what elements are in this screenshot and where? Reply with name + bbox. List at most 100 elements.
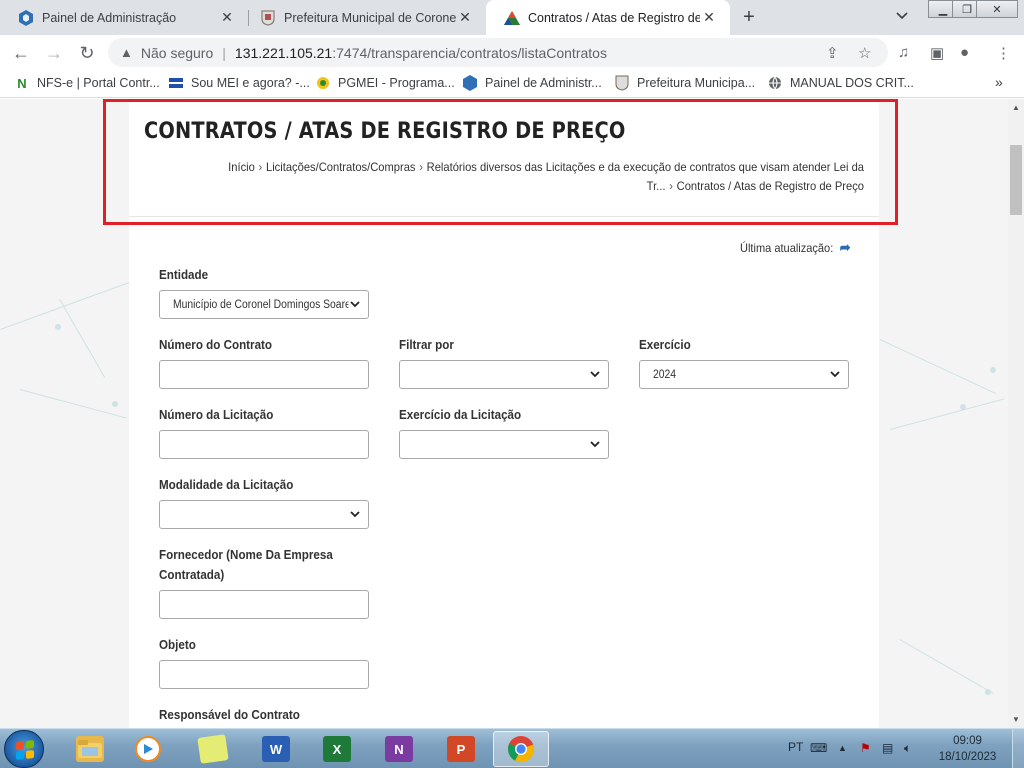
taskbar-media-player[interactable] <box>120 731 176 767</box>
security-label[interactable]: Não seguro <box>141 45 213 61</box>
objeto-input[interactable] <box>159 660 369 689</box>
fornecedor-label-line2: Contratada) <box>159 568 225 582</box>
fornecedor-input[interactable] <box>159 590 369 619</box>
responsavel-label: Responsável do Contrato <box>159 708 300 722</box>
omnibox-divider: | <box>222 44 226 61</box>
windows-logo-icon <box>16 740 34 760</box>
background-network-dot <box>990 367 996 373</box>
windows-taskbar: W X N P PT ⌨ ▲ ⚑ ▤ 🔈︎ 09:09 18/10/2023 <box>0 728 1024 768</box>
address-bar[interactable]: ▲ Não seguro | 131.221.105.21:7474/trans… <box>108 38 888 67</box>
entidade-select[interactable]: Município de Coronel Domingos Soares <box>159 290 369 319</box>
show-desktop-button[interactable] <box>1012 729 1024 768</box>
excel-icon: X <box>323 736 351 762</box>
bookmark-pgmei[interactable]: PGMEI - Programa... <box>315 75 455 91</box>
menu-kebab-icon[interactable]: ⋮ <box>996 44 1011 62</box>
entidade-label: Entidade <box>159 268 209 282</box>
bookmark-label: PGMEI - Programa... <box>338 76 455 90</box>
warning-icon[interactable]: ▲ <box>120 45 133 60</box>
chevron-down-icon <box>590 371 600 378</box>
background-network-dot <box>960 404 966 410</box>
forward-button[interactable]: → <box>41 40 67 66</box>
nfse-icon: N <box>17 75 27 91</box>
close-window-button[interactable]: ✕ <box>976 0 1018 18</box>
numero-contrato-label: Número do Contrato <box>159 338 273 352</box>
chevron-down-icon <box>830 371 840 378</box>
back-button[interactable]: ← <box>8 40 34 66</box>
browser-toolbar: ← → ↻ ▲ Não seguro | 131.221.105.21:7474… <box>0 35 1024 70</box>
numero-contrato-input[interactable] <box>159 360 369 389</box>
clock[interactable]: 09:09 18/10/2023 <box>930 733 1005 765</box>
network-icon[interactable]: ▤ <box>882 741 893 755</box>
vertical-scrollbar[interactable]: ▲ ▼ <box>1008 99 1024 728</box>
background-network-dot <box>112 401 118 407</box>
exercicio-select[interactable]: 2024 <box>639 360 849 389</box>
fornecedor-label-line1: Fornecedor (Nome Da Empresa <box>159 548 333 562</box>
reload-button[interactable]: ↻ <box>74 40 100 66</box>
numero-licitacao-label: Número da Licitação <box>159 408 274 422</box>
refresh-share-arrow-icon[interactable]: ➦ <box>840 239 851 256</box>
action-center-icon[interactable]: ⚑ <box>860 741 871 755</box>
clock-time: 09:09 <box>953 735 982 747</box>
background-network-line <box>0 281 132 330</box>
new-tab-button[interactable]: + <box>738 6 760 28</box>
bookmark-label: NFS-e | Portal Contr... <box>37 76 160 90</box>
bookmark-mei[interactable]: Sou MEI e agora? -... <box>168 75 310 91</box>
filtrar-por-select[interactable] <box>399 360 609 389</box>
tab-strip: Painel de Administração ✕ Prefeitura Mun… <box>0 0 1024 35</box>
bookmark-star-icon[interactable]: ☆ <box>858 44 871 62</box>
language-indicator[interactable]: PT <box>788 740 803 754</box>
close-icon: ✕ <box>992 3 1002 16</box>
background-network-line <box>879 339 997 395</box>
bookmark-label: Prefeitura Municipa... <box>637 76 756 90</box>
close-icon[interactable]: ✕ <box>456 9 474 26</box>
back-arrow-icon: ← <box>12 42 30 63</box>
scroll-up-icon[interactable]: ▲ <box>1012 103 1020 112</box>
taskbar-word[interactable]: W <box>248 731 304 767</box>
media-player-icon <box>135 736 161 762</box>
last-update-label: Última atualização: <box>740 240 834 255</box>
bookmark-nfse[interactable]: N NFS-e | Portal Contr... <box>14 75 160 91</box>
word-icon: W <box>262 736 290 762</box>
start-button[interactable] <box>4 730 44 768</box>
numero-licitacao-input[interactable] <box>159 430 369 459</box>
tab-contratos[interactable]: Contratos / Atas de Registro de P ✕ <box>486 0 730 35</box>
background-network-line <box>59 299 105 378</box>
taskbar-powerpoint[interactable]: P <box>433 731 489 767</box>
volume-icon[interactable]: 🔈︎ <box>904 741 911 756</box>
close-icon[interactable]: ✕ <box>218 9 236 26</box>
shield-hex-icon <box>18 9 34 26</box>
show-hidden-icons-icon[interactable]: ▲ <box>838 743 847 753</box>
url-path: :7474/transparencia/contratos/listaContr… <box>332 44 607 61</box>
modalidade-label: Modalidade da Licitação <box>159 478 294 492</box>
tab-painel-admin[interactable]: Painel de Administração ✕ <box>0 0 248 35</box>
side-panel-icon[interactable]: ▣ <box>930 44 944 62</box>
taskbar-explorer[interactable] <box>62 731 118 767</box>
bookmark-prefeitura[interactable]: Prefeitura Municipa... <box>614 75 755 91</box>
bookmark-painel[interactable]: Painel de Administr... <box>462 75 602 91</box>
modalidade-select[interactable] <box>159 500 369 529</box>
scrollbar-thumb[interactable] <box>1010 145 1022 215</box>
tab-search-icon[interactable] <box>896 9 908 23</box>
bookmark-manual[interactable]: MANUAL DOS CRIT... <box>767 75 914 91</box>
crest-icon <box>614 75 630 91</box>
scroll-down-icon[interactable]: ▼ <box>1012 715 1020 724</box>
folder-icon <box>76 736 104 762</box>
flag-icon <box>168 75 184 91</box>
fornecedor-label: Fornecedor (Nome Da Empresa Contratada) <box>159 545 333 585</box>
exercicio-value: 2024 <box>653 368 677 381</box>
clock-date: 18/10/2023 <box>938 751 997 763</box>
share-icon[interactable]: ⇪ <box>826 44 839 62</box>
exercicio-licitacao-label: Exercício da Licitação <box>399 408 522 422</box>
media-controls-icon[interactable]: ♫ <box>898 44 909 61</box>
entidade-value: Município de Coronel Domingos Soares <box>173 298 349 311</box>
taskbar-chrome[interactable] <box>493 731 549 767</box>
keyboard-icon[interactable]: ⌨ <box>810 741 827 755</box>
profile-avatar-icon[interactable]: ● <box>960 44 969 61</box>
exercicio-licitacao-select[interactable] <box>399 430 609 459</box>
tab-prefeitura[interactable]: Prefeitura Municipal de Coronel D ✕ <box>242 0 486 35</box>
close-icon[interactable]: ✕ <box>700 9 718 26</box>
bookmarks-overflow-button[interactable]: » <box>995 74 1003 90</box>
taskbar-excel[interactable]: X <box>309 731 365 767</box>
taskbar-sticky-notes[interactable] <box>185 731 241 767</box>
taskbar-onenote[interactable]: N <box>371 731 427 767</box>
